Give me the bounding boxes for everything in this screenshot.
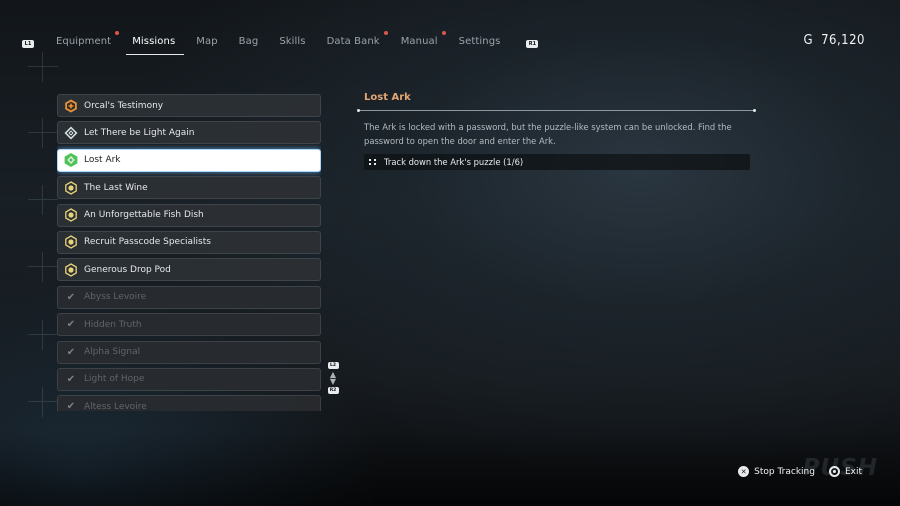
mission-title: Hidden Truth: [84, 319, 142, 330]
tab-label: Missions: [132, 36, 176, 47]
l1-button-icon[interactable]: L1: [22, 40, 34, 48]
exit-label: Exit: [844, 466, 862, 477]
notification-dot: [115, 31, 120, 35]
mission-detail-title: Lost Ark: [364, 92, 411, 103]
grid-crosshair: [28, 252, 58, 282]
mission-list: Orcal's Testimony Let There be Light Aga…: [57, 94, 321, 411]
grid-crosshair: [28, 118, 58, 148]
request-icon: [64, 263, 78, 277]
mission-title: Let There be Light Again: [84, 127, 195, 138]
mission-title: Lost Ark: [84, 155, 121, 166]
tab-map[interactable]: Map: [196, 36, 217, 52]
mission-item-completed[interactable]: ✔ Altess Levoire: [57, 395, 321, 411]
grid-crosshair: [28, 320, 58, 350]
mission-title: Recruit Passcode Specialists: [84, 237, 211, 248]
mission-item[interactable]: The Last Wine: [57, 176, 321, 200]
mission-item-selected[interactable]: Lost Ark: [57, 148, 321, 172]
tab-label: Bag: [238, 36, 259, 47]
objective-row: Track down the Ark's puzzle (1/6): [364, 154, 750, 170]
grid-crosshair: [28, 52, 58, 82]
mission-detail-panel: Lost Ark The Ark is locked with a passwo…: [357, 92, 756, 170]
exit-button[interactable]: Exit: [828, 466, 862, 477]
side-quest-icon: [64, 126, 78, 140]
mission-item-completed[interactable]: ✔ Light of Hope: [57, 367, 321, 391]
mission-item-completed[interactable]: ✔ Hidden Truth: [57, 313, 321, 337]
tab-label: Settings: [458, 36, 501, 47]
check-icon: ✔: [66, 319, 76, 331]
scroll-arrows-icon: ▲ ▼: [329, 370, 337, 386]
tab-label: Map: [196, 36, 218, 47]
currency-amount: 76,120: [821, 33, 865, 48]
request-icon: [64, 235, 78, 250]
objective-text: Track down the Ark's puzzle (1/6): [384, 157, 524, 167]
stop-tracking-button[interactable]: ✕ Stop Tracking: [738, 466, 815, 477]
tab-bag[interactable]: Bag: [239, 36, 259, 52]
tab-label: Manual: [400, 36, 438, 47]
grid-crosshair: [28, 185, 58, 215]
scroll-hint[interactable]: L2 ▲ ▼ R2: [327, 362, 339, 394]
objective-icon: [369, 158, 377, 166]
request-icon: [64, 208, 78, 222]
r1-button-icon[interactable]: R1: [526, 40, 539, 48]
mission-description: The Ark is locked with a password, but t…: [364, 122, 732, 146]
tab-data-bank[interactable]: Data Bank: [326, 31, 388, 52]
mission-title: Orcal's Testimony: [84, 100, 164, 111]
check-icon: ✔: [66, 346, 76, 358]
check-icon: ✔: [66, 291, 76, 303]
mission-title: Abyss Levoire: [84, 292, 147, 303]
grid-crosshair: [28, 387, 58, 417]
request-icon: [64, 180, 78, 195]
mission-item-completed[interactable]: ✔ Alpha Signal: [57, 340, 321, 364]
top-nav: L1 Equipment Missions Map Bag Skills Dat…: [22, 31, 539, 55]
mission-item[interactable]: An Unforgettable Fish Dish: [57, 203, 321, 227]
stop-tracking-label: Stop Tracking: [754, 466, 815, 477]
circle-button-icon: [828, 466, 840, 477]
tab-skills[interactable]: Skills: [279, 36, 305, 52]
check-icon: ✔: [66, 401, 76, 411]
check-icon: ✔: [66, 373, 76, 385]
mission-item[interactable]: Generous Drop Pod: [57, 258, 321, 282]
currency-symbol: G: [803, 33, 814, 48]
tab-label: Skills: [279, 36, 306, 47]
r2-button-icon[interactable]: R2: [327, 387, 339, 394]
tab-label: Equipment: [56, 36, 112, 47]
main-quest-icon: [64, 99, 78, 113]
divider: [357, 109, 756, 112]
notification-dot: [441, 31, 446, 35]
tracked-quest-icon: [64, 153, 78, 168]
mission-title: An Unforgettable Fish Dish: [84, 210, 204, 221]
mission-title: Alpha Signal: [84, 347, 141, 358]
mission-item[interactable]: Recruit Passcode Specialists: [57, 230, 321, 254]
mission-item[interactable]: Orcal's Testimony: [57, 94, 321, 117]
cross-button-icon: ✕: [738, 466, 750, 477]
mission-title: Light of Hope: [84, 374, 145, 385]
mission-item[interactable]: Let There be Light Again: [57, 121, 321, 145]
currency-display: G 76,120: [804, 33, 866, 48]
mission-title: Altess Levoire: [84, 401, 147, 411]
tab-label: Data Bank: [326, 36, 380, 47]
mission-item-completed[interactable]: ✔ Abyss Levoire: [57, 285, 321, 309]
mission-title: The Last Wine: [84, 182, 148, 193]
tab-settings[interactable]: Settings: [459, 36, 501, 52]
tab-manual[interactable]: Manual: [400, 31, 446, 52]
mission-title: Generous Drop Pod: [84, 264, 171, 275]
tab-missions[interactable]: Missions: [126, 36, 185, 55]
footer-actions: ✕ Stop Tracking Exit: [724, 466, 862, 477]
notification-dot: [383, 31, 388, 35]
l2-button-icon[interactable]: L2: [327, 362, 339, 369]
tab-equipment[interactable]: Equipment: [56, 31, 120, 52]
